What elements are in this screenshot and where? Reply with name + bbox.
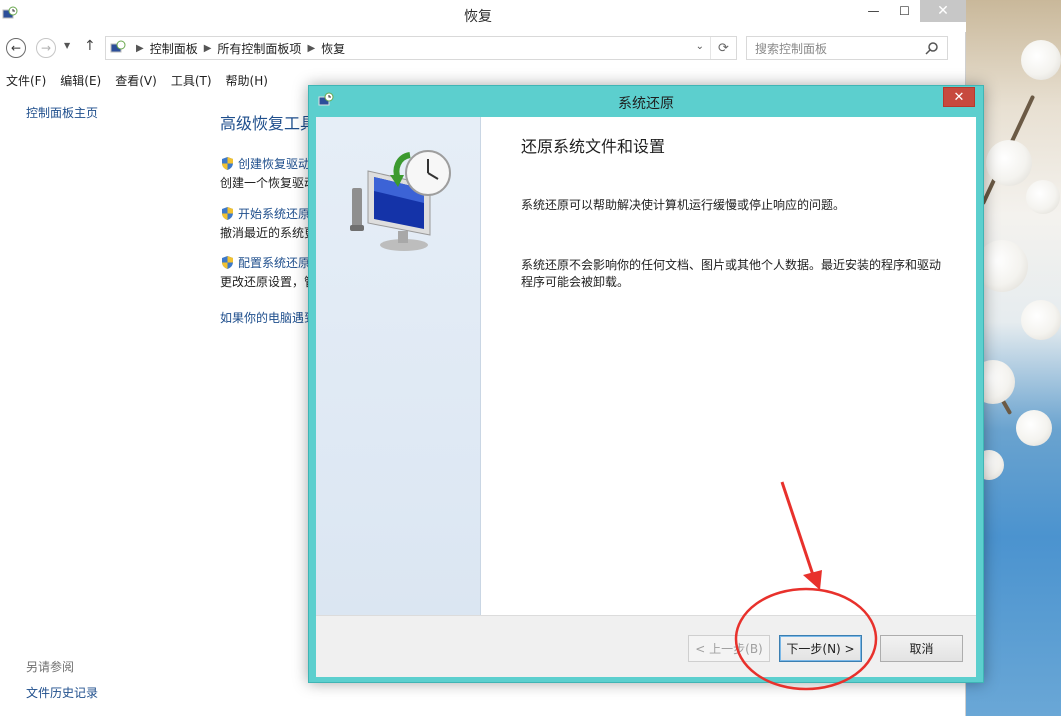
- task-create-recovery-drive: 创建恢复驱动器 创建一个恢复驱动器: [220, 155, 310, 191]
- breadcrumb-control-panel[interactable]: 控制面板: [150, 40, 198, 57]
- dialog-body: 还原系统文件和设置 系统还原可以帮助解决使计算机运行缓慢或停止响应的问题。 系统…: [316, 117, 976, 677]
- task-link-label: 创建恢复驱动器: [238, 157, 310, 171]
- dialog-description-1: 系统还原可以帮助解决使计算机运行缓慢或停止响应的问题。: [521, 198, 846, 212]
- dialog-main-panel: 还原系统文件和设置 系统还原可以帮助解决使计算机运行缓慢或停止响应的问题。 系统…: [481, 117, 976, 615]
- uac-shield-icon: [222, 207, 233, 220]
- file-history-link[interactable]: 文件历史记录: [26, 684, 98, 701]
- task-description: 创建一个恢复驱动器: [220, 176, 310, 190]
- back-button[interactable]: ←: [6, 38, 26, 58]
- menu-tools[interactable]: 工具(T): [165, 68, 220, 90]
- control-panel-home-link[interactable]: 控制面板主页: [26, 104, 206, 121]
- task-description: 撤消最近的系统更改: [220, 226, 310, 240]
- task-start-system-restore: 开始系统还原 撤消最近的系统更改: [220, 205, 310, 241]
- chevron-right-icon[interactable]: ▶: [136, 43, 144, 54]
- sidebar: 控制面板主页: [26, 104, 206, 121]
- recent-locations-dropdown[interactable]: ▼: [64, 41, 70, 50]
- dialog-heading: 还原系统文件和设置: [521, 137, 666, 156]
- task-configure-system-restore: 配置系统还原 更改还原设置，管理磁盘空间: [220, 254, 310, 290]
- see-also-label: 另请参阅: [26, 660, 75, 674]
- menu-view[interactable]: 查看(V): [109, 68, 165, 90]
- dialog-side-panel: [316, 117, 481, 615]
- dialog-description-2: 系统还原不会影响你的任何文档、图片或其他个人数据。最近安装的程序和驱动程序可能会…: [521, 258, 942, 289]
- breadcrumb-all-items[interactable]: 所有控制面板项: [217, 40, 301, 57]
- minimize-button[interactable]: —: [858, 0, 889, 22]
- search-placeholder: 搜索控制面板: [755, 41, 828, 56]
- dialog-close-button[interactable]: ✕: [943, 87, 975, 107]
- dialog-titlebar[interactable]: 系统还原 ✕: [309, 86, 983, 116]
- close-window-button[interactable]: ✕: [920, 0, 966, 22]
- system-restore-dialog: 系统还原 ✕ 还原系统文件和设置 系统还原可以帮助解决使计算机运行缓慢或停止响应…: [308, 85, 984, 683]
- maximize-button[interactable]: ☐: [889, 0, 920, 22]
- window-controls: — ☐ ✕: [858, 0, 966, 22]
- refresh-button[interactable]: ⟳: [710, 37, 736, 59]
- chevron-right-icon[interactable]: ▶: [307, 43, 315, 54]
- cancel-button[interactable]: 取消: [880, 635, 963, 662]
- menu-edit[interactable]: 编辑(E): [54, 68, 109, 90]
- menu-bar: 文件(F) 编辑(E) 查看(V) 工具(T) 帮助(H): [0, 68, 276, 90]
- window-titlebar[interactable]: 恢复 — ☐ ✕: [0, 0, 966, 32]
- menu-file[interactable]: 文件(F): [0, 68, 54, 90]
- breadcrumb-recovery[interactable]: 恢复: [321, 40, 345, 57]
- system-restore-illustration: [350, 150, 451, 251]
- next-step-button[interactable]: 下一步(N) >: [779, 635, 862, 662]
- search-input[interactable]: 搜索控制面板: [746, 36, 948, 60]
- menu-help[interactable]: 帮助(H): [220, 68, 276, 90]
- uac-shield-icon: [222, 157, 233, 170]
- forward-button[interactable]: →: [36, 38, 56, 58]
- task-link-label: 开始系统还原: [238, 207, 310, 221]
- search-icon[interactable]: [925, 41, 939, 55]
- pc-problem-link[interactable]: 如果你的电脑遇到问题: [220, 309, 310, 326]
- uac-shield-icon: [222, 256, 233, 269]
- configure-system-restore-link[interactable]: 配置系统还原: [220, 254, 310, 271]
- navigation-bar: ← → ▼ ↑ ▶ 控制面板 ▶ 所有控制面板项 ▶ 恢复 ⌄ ⟳ 搜索控制面板: [0, 36, 966, 62]
- control-panel-icon: [110, 40, 126, 53]
- create-recovery-drive-link[interactable]: 创建恢复驱动器: [220, 155, 310, 172]
- up-button[interactable]: ↑: [84, 38, 96, 54]
- dialog-title: 系统还原: [618, 96, 674, 112]
- chevron-right-icon[interactable]: ▶: [204, 43, 212, 54]
- address-dropdown[interactable]: ⌄: [696, 41, 704, 52]
- back-step-button[interactable]: < 上一步(B): [688, 635, 770, 662]
- dialog-button-bar: < 上一步(B) 下一步(N) > 取消: [316, 615, 976, 677]
- start-system-restore-link[interactable]: 开始系统还原: [220, 205, 310, 222]
- page-title: 高级恢复工具: [220, 114, 310, 133]
- content-area: 高级恢复工具: [220, 110, 310, 134]
- window-title: 恢复: [464, 9, 492, 25]
- task-link-label: 配置系统还原: [238, 256, 310, 270]
- task-description: 更改还原设置，管理磁盘空间: [220, 275, 310, 289]
- address-bar[interactable]: ▶ 控制面板 ▶ 所有控制面板项 ▶ 恢复 ⌄ ⟳: [105, 36, 737, 60]
